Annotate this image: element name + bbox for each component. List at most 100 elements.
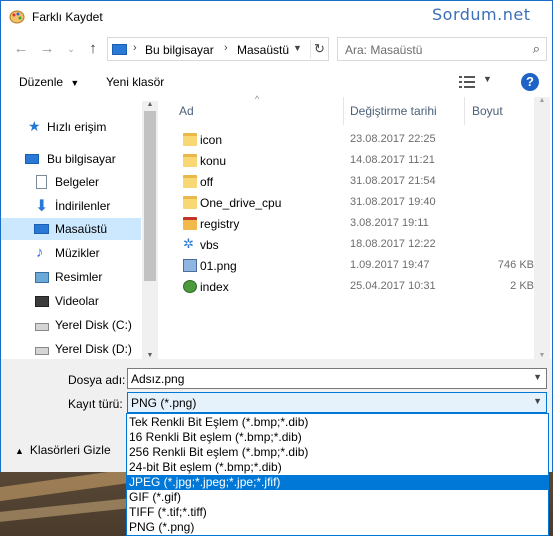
file-type-label: Kayıt türü: bbox=[68, 397, 123, 411]
file-type-select[interactable]: PNG (*.png) ▼ bbox=[127, 392, 547, 413]
file-modified: 25.04.2017 10:31 bbox=[350, 280, 436, 292]
nav-item-label: İndirilenler bbox=[55, 199, 111, 213]
address-dropdown-chevron-icon[interactable]: ▼ bbox=[293, 43, 302, 53]
back-arrow-icon[interactable]: ← bbox=[11, 39, 31, 59]
title-bar[interactable]: Farklı Kaydet Sordum.net bbox=[1, 1, 552, 32]
nav-item-music[interactable]: ♪ Müzikler bbox=[1, 242, 141, 264]
desktop-icon bbox=[34, 224, 49, 234]
file-modified: 31.08.2017 19:40 bbox=[350, 196, 436, 208]
file-list-scrollbar[interactable]: ▲ ▼ bbox=[534, 97, 550, 359]
scroll-up-icon[interactable]: ▲ bbox=[534, 97, 550, 104]
forward-arrow-icon[interactable]: → bbox=[37, 39, 57, 59]
file-name: One_drive_cpu bbox=[200, 196, 282, 210]
address-bar[interactable]: › Bu bilgisayar › Masaüstü ▼ ↻ bbox=[107, 37, 329, 61]
image-file-icon bbox=[183, 259, 197, 272]
downloads-arrow-icon: ⬇ bbox=[35, 198, 49, 215]
file-size: 2 KB bbox=[510, 280, 534, 292]
file-row[interactable]: off 31.08.2017 21:54 bbox=[163, 171, 534, 192]
scroll-up-icon[interactable]: ▲ bbox=[142, 101, 158, 108]
nav-item-pictures[interactable]: Resimler bbox=[1, 266, 141, 288]
up-arrow-icon[interactable]: ↑ bbox=[83, 39, 103, 59]
file-size: 746 KB bbox=[497, 259, 534, 271]
file-row[interactable]: registry 3.08.2017 19:11 bbox=[163, 213, 534, 234]
view-dropdown-chevron-icon[interactable]: ▼ bbox=[483, 74, 492, 84]
new-folder-button[interactable]: Yeni klasör bbox=[106, 75, 164, 89]
hide-folders-button[interactable]: ▲ Klasörleri Gizle bbox=[15, 443, 111, 457]
drive-c-icon bbox=[35, 323, 49, 331]
breadcrumb-desktop[interactable]: Masaüstü bbox=[237, 43, 289, 57]
file-type-value: PNG (*.png) bbox=[131, 396, 197, 410]
nav-item-label: Yerel Disk (D:) bbox=[55, 342, 132, 356]
file-row[interactable]: One_drive_cpu 31.08.2017 19:40 bbox=[163, 192, 534, 213]
save-as-dialog: Farklı Kaydet Sordum.net ← → ⌄ ↑ › Bu bi… bbox=[0, 0, 553, 472]
file-modified: 14.08.2017 11:21 bbox=[350, 154, 435, 166]
search-icon: ⌕ bbox=[532, 41, 540, 56]
file-type-option[interactable]: PNG (*.png) bbox=[127, 520, 548, 535]
file-row[interactable]: konu 14.08.2017 11:21 bbox=[163, 150, 534, 171]
file-type-option[interactable]: GIF (*.gif) bbox=[127, 490, 548, 505]
toolbar: Düzenle ▼ Yeni klasör ▼ ? bbox=[1, 67, 552, 97]
watermark-text: Sordum.net bbox=[432, 5, 531, 24]
pictures-icon bbox=[35, 272, 49, 283]
scrollbar-thumb[interactable] bbox=[144, 111, 156, 281]
nav-item-drive-c[interactable]: Yerel Disk (C:) bbox=[1, 314, 141, 336]
file-row[interactable]: icon 23.08.2017 22:25 bbox=[163, 129, 534, 150]
file-type-option[interactable]: 256 Renkli Bit eşlem (*.bmp;*.dib) bbox=[127, 445, 548, 460]
file-type-dropdown-list: Tek Renkli Bit Eşlem (*.bmp;*.dib) 16 Re… bbox=[126, 413, 549, 536]
column-header-modified[interactable]: Değiştirme tarihi bbox=[350, 104, 437, 118]
file-type-option[interactable]: 16 Renkli Bit eşlem (*.bmp;*.dib) bbox=[127, 430, 548, 445]
sort-ascending-icon: ^ bbox=[255, 94, 260, 104]
column-header-size[interactable]: Boyut bbox=[472, 104, 503, 118]
file-row[interactable]: 01.png 1.09.2017 19:47 746 KB bbox=[163, 255, 534, 276]
nav-item-videos[interactable]: Videolar bbox=[1, 290, 141, 312]
refresh-icon[interactable]: ↻ bbox=[310, 40, 328, 58]
file-name: registry bbox=[200, 217, 240, 231]
chevron-down-icon[interactable]: ▼ bbox=[533, 396, 542, 406]
breadcrumb-this-pc[interactable]: Bu bilgisayar bbox=[145, 43, 214, 57]
chevron-down-icon[interactable]: ▼ bbox=[533, 372, 542, 382]
nav-item-drive-d[interactable]: Yerel Disk (D:) bbox=[1, 338, 141, 359]
drive-d-icon bbox=[35, 347, 49, 355]
scroll-down-icon[interactable]: ▼ bbox=[534, 352, 550, 359]
quick-access-star-icon: ★ bbox=[28, 118, 41, 134]
filename-input[interactable]: Adsız.png ▼ bbox=[127, 368, 547, 389]
nav-item-documents[interactable]: Belgeler bbox=[1, 171, 141, 193]
file-type-option-selected[interactable]: JPEG (*.jpg;*.jpeg;*.jpe;*.jfif) bbox=[127, 475, 548, 490]
file-type-option[interactable]: 24-bit Bit eşlem (*.bmp;*.dib) bbox=[127, 460, 548, 475]
nav-item-label: Hızlı erişim bbox=[47, 120, 107, 134]
file-list: ^ Ad Değiştirme tarihi Boyut icon 23.08.… bbox=[163, 94, 534, 359]
music-note-icon: ♪ bbox=[36, 244, 44, 261]
nav-item-label: Belgeler bbox=[55, 175, 100, 189]
file-name: index bbox=[200, 280, 229, 294]
search-input[interactable]: Ara: Masaüstü ⌕ bbox=[337, 37, 547, 61]
file-name: icon bbox=[200, 133, 223, 147]
view-options-icon[interactable] bbox=[459, 76, 475, 88]
chevron-down-icon: ▼ bbox=[70, 78, 80, 88]
column-divider[interactable] bbox=[343, 97, 344, 125]
breadcrumb-separator: › bbox=[224, 42, 228, 54]
file-modified: 18.08.2017 12:22 bbox=[350, 238, 436, 250]
file-row[interactable]: index 25.04.2017 10:31 2 KB bbox=[163, 276, 534, 297]
file-type-option[interactable]: TIFF (*.tif;*.tiff) bbox=[127, 505, 548, 520]
folder-icon bbox=[183, 154, 197, 167]
file-type-option[interactable]: Tek Renkli Bit Eşlem (*.bmp;*.dib) bbox=[127, 415, 548, 430]
nav-item-this-pc[interactable]: Bu bilgisayar bbox=[1, 148, 141, 170]
web-file-icon bbox=[183, 280, 197, 293]
organize-button[interactable]: Düzenle ▼ bbox=[19, 75, 79, 89]
folder-icon bbox=[183, 196, 197, 209]
file-name: off bbox=[200, 175, 214, 189]
nav-item-quick-access[interactable]: ★ Hızlı erişim bbox=[1, 116, 141, 138]
desktop-background-stripe bbox=[0, 498, 130, 522]
file-row[interactable]: ✲ vbs 18.08.2017 12:22 bbox=[163, 234, 534, 255]
nav-item-desktop[interactable]: Masaüstü bbox=[1, 218, 141, 240]
recent-locations-chevron-icon[interactable]: ⌄ bbox=[61, 39, 81, 59]
scroll-down-icon[interactable]: ▼ bbox=[142, 352, 158, 359]
computer-icon bbox=[25, 154, 39, 164]
nav-pane-scrollbar[interactable]: ▲ ▼ bbox=[142, 101, 158, 359]
column-divider[interactable] bbox=[464, 97, 465, 125]
hide-folders-label: Klasörleri Gizle bbox=[29, 443, 111, 457]
nav-item-downloads[interactable]: ⬇ İndirilenler bbox=[1, 195, 141, 217]
column-header-name[interactable]: Ad bbox=[179, 104, 194, 118]
help-icon[interactable]: ? bbox=[521, 73, 539, 91]
desktop-background-stripe bbox=[0, 468, 130, 502]
